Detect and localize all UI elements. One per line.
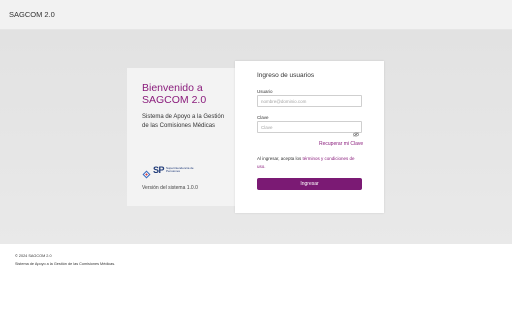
- brand-link[interactable]: SAGCOM 2.0: [9, 10, 55, 19]
- password-input[interactable]: [257, 121, 362, 133]
- welcome-description: Sistema de Apoyo a la Gestión de las Com…: [142, 114, 225, 129]
- login-submit-button[interactable]: Ingresar: [257, 178, 362, 190]
- top-navbar: SAGCOM 2.0: [0, 0, 512, 30]
- welcome-panel: Bienvenido a SAGCOM 2.0 Sistema de Apoyo…: [127, 68, 235, 206]
- footer: © 2024 SAGCOM 2.0 Sistema de Apoyo a la …: [15, 252, 115, 268]
- username-label: Usuario: [257, 89, 273, 94]
- superintendencia-logo: SP Superintendencia de Pensiones: [142, 164, 204, 178]
- sp-logo-text: Superintendencia de Pensiones: [166, 165, 194, 173]
- terms-notice: Al ingresar, acepta los términos y condi…: [257, 155, 363, 171]
- footer-description: Sistema de Apoyo a la Gestión de las Com…: [15, 262, 116, 266]
- terms-prefix: Al ingresar, acepta los: [257, 156, 303, 161]
- welcome-title: Bienvenido a SAGCOM 2.0: [142, 82, 207, 106]
- system-version: Versión del sistema 1.0.0: [142, 185, 198, 191]
- username-input[interactable]: [257, 95, 362, 107]
- login-card: Ingreso de usuarios Usuario Clave Recupe…: [235, 61, 384, 213]
- sp-logo-letters: SP: [153, 165, 165, 175]
- recover-password-link[interactable]: Recuperar mi Clave: [319, 141, 363, 147]
- sp-emblem-icon: [142, 166, 151, 178]
- login-title: Ingreso de usuarios: [257, 72, 315, 79]
- password-label: Clave: [257, 115, 269, 120]
- show-password-eye-icon[interactable]: [353, 124, 359, 137]
- footer-copyright: © 2024 SAGCOM 2.0: [15, 254, 52, 258]
